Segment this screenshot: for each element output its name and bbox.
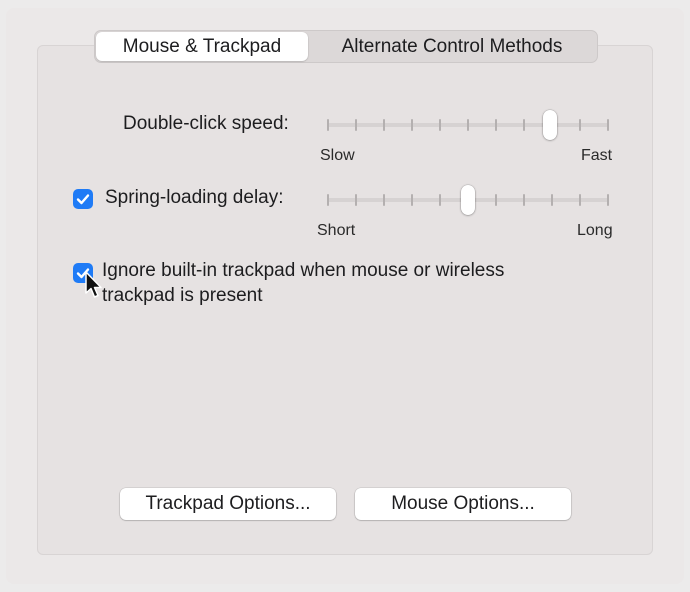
slider-tick — [355, 119, 357, 131]
slider-tick — [607, 119, 609, 131]
slider-tick — [495, 119, 497, 131]
checkmark-icon — [76, 194, 90, 205]
slider-tick — [355, 194, 357, 206]
double-click-speed-slider[interactable] — [327, 110, 609, 140]
ignore-trackpad-label-line1: Ignore built-in trackpad when mouse or w… — [102, 260, 505, 281]
slider-tick — [523, 119, 525, 131]
slider-tick — [551, 194, 553, 206]
mouse-pointer-icon — [85, 271, 102, 298]
trackpad-options-button[interactable]: Trackpad Options... — [120, 488, 336, 520]
spring-loading-delay-slider[interactable] — [327, 185, 609, 215]
slider-tick — [411, 194, 413, 206]
spring-loading-checkbox[interactable] — [73, 189, 93, 209]
slider-tick — [327, 194, 329, 206]
spring-loading-delay-label: Spring-loading delay: — [105, 187, 284, 208]
slider-tick — [383, 194, 385, 206]
slider-tick — [327, 119, 329, 131]
mouse-options-button[interactable]: Mouse Options... — [355, 488, 571, 520]
double-click-speed-label: Double-click speed: — [123, 113, 289, 134]
tab-bar: Mouse & Trackpad Alternate Control Metho… — [94, 30, 598, 63]
ignore-trackpad-label-line2: trackpad is present — [102, 285, 263, 306]
slider-tick — [439, 194, 441, 206]
slider-tick — [439, 119, 441, 131]
slider-tick — [383, 119, 385, 131]
tab-mouse-trackpad[interactable]: Mouse & Trackpad — [96, 32, 308, 61]
slider-tick — [495, 194, 497, 206]
slow-label: Slow — [320, 147, 355, 164]
long-label: Long — [577, 222, 613, 239]
slider-tick — [579, 194, 581, 206]
slider-knob[interactable] — [542, 110, 557, 140]
tab-alternate-control-methods[interactable]: Alternate Control Methods — [308, 32, 596, 61]
slider-tick — [579, 119, 581, 131]
fast-label: Fast — [581, 147, 613, 164]
slider-tick — [523, 194, 525, 206]
slider-tick — [467, 119, 469, 131]
slider-tick — [411, 119, 413, 131]
slider-tick — [607, 194, 609, 206]
slider-knob[interactable] — [461, 185, 475, 215]
short-label: Short — [317, 222, 356, 239]
